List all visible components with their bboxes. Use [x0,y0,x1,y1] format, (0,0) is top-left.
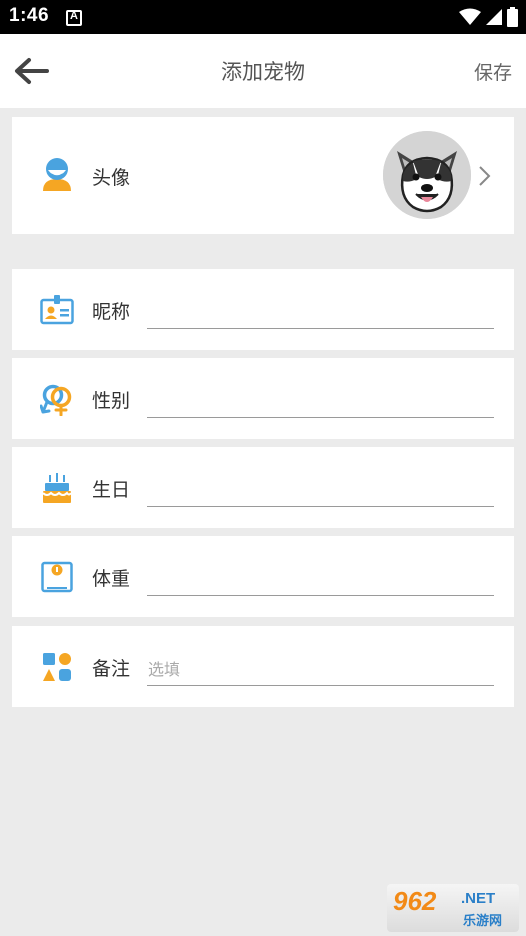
person-avatar-icon [43,158,71,191]
watermark-subtitle: 乐游网 [463,914,503,929]
gender-symbols-icon [40,384,72,416]
shapes-icon [43,653,71,681]
chevron-right-icon [479,166,491,186]
nickname-row: 昵称 [12,269,514,350]
avatar-row[interactable]: 头像 [12,117,514,234]
nickname-label: 昵称 [92,301,131,323]
status-time: 1:46 [9,5,50,26]
note-row: 备注 [12,626,514,707]
battery-icon [507,7,518,27]
gender-input[interactable] [147,380,494,418]
wifi-icon [459,8,481,25]
id-card-icon [40,295,74,325]
gender-row: 性别 [12,358,514,439]
gender-label: 性别 [92,390,131,412]
husky-dog-avatar [383,131,471,219]
site-watermark: 962 .NET 乐游网 [387,884,519,932]
avatar-label: 头像 [92,167,131,189]
watermark-domain: .NET [461,890,496,907]
status-icons [459,6,518,28]
weight-row: 体重 [12,536,514,617]
signal-icon [486,9,502,25]
scale-icon [41,561,73,593]
weight-label: 体重 [92,568,131,590]
birthday-row: 生日 [12,447,514,528]
weight-input[interactable] [147,558,494,596]
save-button[interactable]: 保存 [474,58,512,85]
note-label: 备注 [92,658,131,680]
birthday-label: 生日 [92,479,131,501]
page-title: 添加宠物 [221,60,305,84]
app-header: 添加宠物 保存 [0,34,526,108]
birthday-input[interactable] [147,469,494,507]
nickname-input[interactable] [147,291,494,329]
notification-a-icon [66,10,82,26]
status-bar: 1:46 [0,0,526,34]
birthday-cake-icon [42,473,72,503]
watermark-number: 962 [393,886,437,916]
note-input[interactable] [147,648,494,686]
pet-avatar-image[interactable] [383,131,471,219]
